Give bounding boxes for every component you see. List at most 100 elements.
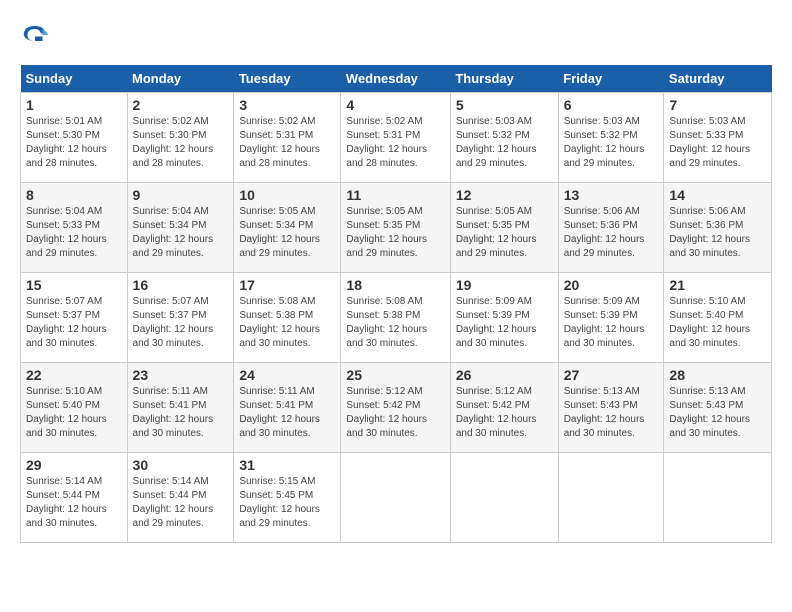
calendar-day-17: 17 Sunrise: 5:08 AMSunset: 5:38 PMDaylig…	[234, 273, 341, 363]
day-number: 24	[239, 367, 335, 383]
calendar-day-7: 7 Sunrise: 5:03 AMSunset: 5:33 PMDayligh…	[664, 93, 772, 183]
day-info: Sunrise: 5:02 AMSunset: 5:31 PMDaylight:…	[346, 116, 427, 169]
day-number: 4	[346, 97, 444, 113]
calendar-day-24: 24 Sunrise: 5:11 AMSunset: 5:41 PMDaylig…	[234, 363, 341, 453]
empty-cell	[558, 453, 664, 543]
calendar-day-13: 13 Sunrise: 5:06 AMSunset: 5:36 PMDaylig…	[558, 183, 664, 273]
weekday-header-friday: Friday	[558, 65, 664, 93]
day-info: Sunrise: 5:05 AMSunset: 5:34 PMDaylight:…	[239, 206, 320, 259]
day-number: 8	[26, 187, 122, 203]
day-number: 15	[26, 277, 122, 293]
day-info: Sunrise: 5:12 AMSunset: 5:42 PMDaylight:…	[346, 386, 427, 439]
day-number: 10	[239, 187, 335, 203]
calendar-week-1: 1 Sunrise: 5:01 AMSunset: 5:30 PMDayligh…	[21, 93, 772, 183]
day-number: 22	[26, 367, 122, 383]
day-number: 3	[239, 97, 335, 113]
day-info: Sunrise: 5:04 AMSunset: 5:33 PMDaylight:…	[26, 206, 107, 259]
logo	[20, 20, 54, 50]
calendar-table: SundayMondayTuesdayWednesdayThursdayFrid…	[20, 65, 772, 543]
day-number: 2	[133, 97, 229, 113]
calendar-body: 1 Sunrise: 5:01 AMSunset: 5:30 PMDayligh…	[21, 93, 772, 543]
weekday-header-monday: Monday	[127, 65, 234, 93]
calendar-day-28: 28 Sunrise: 5:13 AMSunset: 5:43 PMDaylig…	[664, 363, 772, 453]
day-number: 13	[564, 187, 659, 203]
calendar-day-1: 1 Sunrise: 5:01 AMSunset: 5:30 PMDayligh…	[21, 93, 128, 183]
day-info: Sunrise: 5:14 AMSunset: 5:44 PMDaylight:…	[133, 476, 214, 529]
day-number: 29	[26, 457, 122, 473]
weekday-header-thursday: Thursday	[450, 65, 558, 93]
day-number: 11	[346, 187, 444, 203]
day-info: Sunrise: 5:13 AMSunset: 5:43 PMDaylight:…	[669, 386, 750, 439]
day-info: Sunrise: 5:02 AMSunset: 5:30 PMDaylight:…	[133, 116, 214, 169]
day-info: Sunrise: 5:03 AMSunset: 5:33 PMDaylight:…	[669, 116, 750, 169]
calendar-day-22: 22 Sunrise: 5:10 AMSunset: 5:40 PMDaylig…	[21, 363, 128, 453]
calendar-day-5: 5 Sunrise: 5:03 AMSunset: 5:32 PMDayligh…	[450, 93, 558, 183]
day-number: 30	[133, 457, 229, 473]
day-number: 31	[239, 457, 335, 473]
weekday-header-row: SundayMondayTuesdayWednesdayThursdayFrid…	[21, 65, 772, 93]
day-info: Sunrise: 5:11 AMSunset: 5:41 PMDaylight:…	[133, 386, 214, 439]
empty-cell	[450, 453, 558, 543]
empty-cell	[341, 453, 450, 543]
day-info: Sunrise: 5:06 AMSunset: 5:36 PMDaylight:…	[564, 206, 645, 259]
day-info: Sunrise: 5:05 AMSunset: 5:35 PMDaylight:…	[456, 206, 537, 259]
day-info: Sunrise: 5:12 AMSunset: 5:42 PMDaylight:…	[456, 386, 537, 439]
calendar-day-11: 11 Sunrise: 5:05 AMSunset: 5:35 PMDaylig…	[341, 183, 450, 273]
day-number: 26	[456, 367, 553, 383]
day-info: Sunrise: 5:15 AMSunset: 5:45 PMDaylight:…	[239, 476, 320, 529]
calendar-day-2: 2 Sunrise: 5:02 AMSunset: 5:30 PMDayligh…	[127, 93, 234, 183]
day-info: Sunrise: 5:06 AMSunset: 5:36 PMDaylight:…	[669, 206, 750, 259]
weekday-header-saturday: Saturday	[664, 65, 772, 93]
empty-cell	[664, 453, 772, 543]
calendar-day-14: 14 Sunrise: 5:06 AMSunset: 5:36 PMDaylig…	[664, 183, 772, 273]
day-number: 19	[456, 277, 553, 293]
calendar-day-10: 10 Sunrise: 5:05 AMSunset: 5:34 PMDaylig…	[234, 183, 341, 273]
calendar-day-9: 9 Sunrise: 5:04 AMSunset: 5:34 PMDayligh…	[127, 183, 234, 273]
day-info: Sunrise: 5:07 AMSunset: 5:37 PMDaylight:…	[133, 296, 214, 349]
day-number: 7	[669, 97, 766, 113]
day-info: Sunrise: 5:11 AMSunset: 5:41 PMDaylight:…	[239, 386, 320, 439]
calendar-day-29: 29 Sunrise: 5:14 AMSunset: 5:44 PMDaylig…	[21, 453, 128, 543]
calendar-week-3: 15 Sunrise: 5:07 AMSunset: 5:37 PMDaylig…	[21, 273, 772, 363]
day-info: Sunrise: 5:04 AMSunset: 5:34 PMDaylight:…	[133, 206, 214, 259]
weekday-header-wednesday: Wednesday	[341, 65, 450, 93]
day-info: Sunrise: 5:07 AMSunset: 5:37 PMDaylight:…	[26, 296, 107, 349]
day-info: Sunrise: 5:09 AMSunset: 5:39 PMDaylight:…	[564, 296, 645, 349]
calendar-day-27: 27 Sunrise: 5:13 AMSunset: 5:43 PMDaylig…	[558, 363, 664, 453]
calendar-day-30: 30 Sunrise: 5:14 AMSunset: 5:44 PMDaylig…	[127, 453, 234, 543]
day-number: 17	[239, 277, 335, 293]
day-number: 14	[669, 187, 766, 203]
day-number: 1	[26, 97, 122, 113]
day-number: 25	[346, 367, 444, 383]
day-number: 9	[133, 187, 229, 203]
page-header	[20, 20, 772, 55]
calendar-week-2: 8 Sunrise: 5:04 AMSunset: 5:33 PMDayligh…	[21, 183, 772, 273]
day-info: Sunrise: 5:13 AMSunset: 5:43 PMDaylight:…	[564, 386, 645, 439]
logo-icon	[20, 20, 50, 50]
calendar-day-20: 20 Sunrise: 5:09 AMSunset: 5:39 PMDaylig…	[558, 273, 664, 363]
calendar-day-23: 23 Sunrise: 5:11 AMSunset: 5:41 PMDaylig…	[127, 363, 234, 453]
weekday-header-sunday: Sunday	[21, 65, 128, 93]
day-number: 6	[564, 97, 659, 113]
day-number: 27	[564, 367, 659, 383]
day-info: Sunrise: 5:02 AMSunset: 5:31 PMDaylight:…	[239, 116, 320, 169]
day-info: Sunrise: 5:08 AMSunset: 5:38 PMDaylight:…	[346, 296, 427, 349]
calendar-day-4: 4 Sunrise: 5:02 AMSunset: 5:31 PMDayligh…	[341, 93, 450, 183]
day-info: Sunrise: 5:05 AMSunset: 5:35 PMDaylight:…	[346, 206, 427, 259]
calendar-day-18: 18 Sunrise: 5:08 AMSunset: 5:38 PMDaylig…	[341, 273, 450, 363]
day-info: Sunrise: 5:10 AMSunset: 5:40 PMDaylight:…	[669, 296, 750, 349]
day-number: 18	[346, 277, 444, 293]
day-number: 28	[669, 367, 766, 383]
day-number: 20	[564, 277, 659, 293]
calendar-day-19: 19 Sunrise: 5:09 AMSunset: 5:39 PMDaylig…	[450, 273, 558, 363]
day-number: 12	[456, 187, 553, 203]
day-info: Sunrise: 5:10 AMSunset: 5:40 PMDaylight:…	[26, 386, 107, 439]
calendar-day-21: 21 Sunrise: 5:10 AMSunset: 5:40 PMDaylig…	[664, 273, 772, 363]
calendar-day-12: 12 Sunrise: 5:05 AMSunset: 5:35 PMDaylig…	[450, 183, 558, 273]
day-number: 16	[133, 277, 229, 293]
calendar-week-4: 22 Sunrise: 5:10 AMSunset: 5:40 PMDaylig…	[21, 363, 772, 453]
calendar-day-26: 26 Sunrise: 5:12 AMSunset: 5:42 PMDaylig…	[450, 363, 558, 453]
day-info: Sunrise: 5:03 AMSunset: 5:32 PMDaylight:…	[564, 116, 645, 169]
day-info: Sunrise: 5:09 AMSunset: 5:39 PMDaylight:…	[456, 296, 537, 349]
calendar-day-6: 6 Sunrise: 5:03 AMSunset: 5:32 PMDayligh…	[558, 93, 664, 183]
